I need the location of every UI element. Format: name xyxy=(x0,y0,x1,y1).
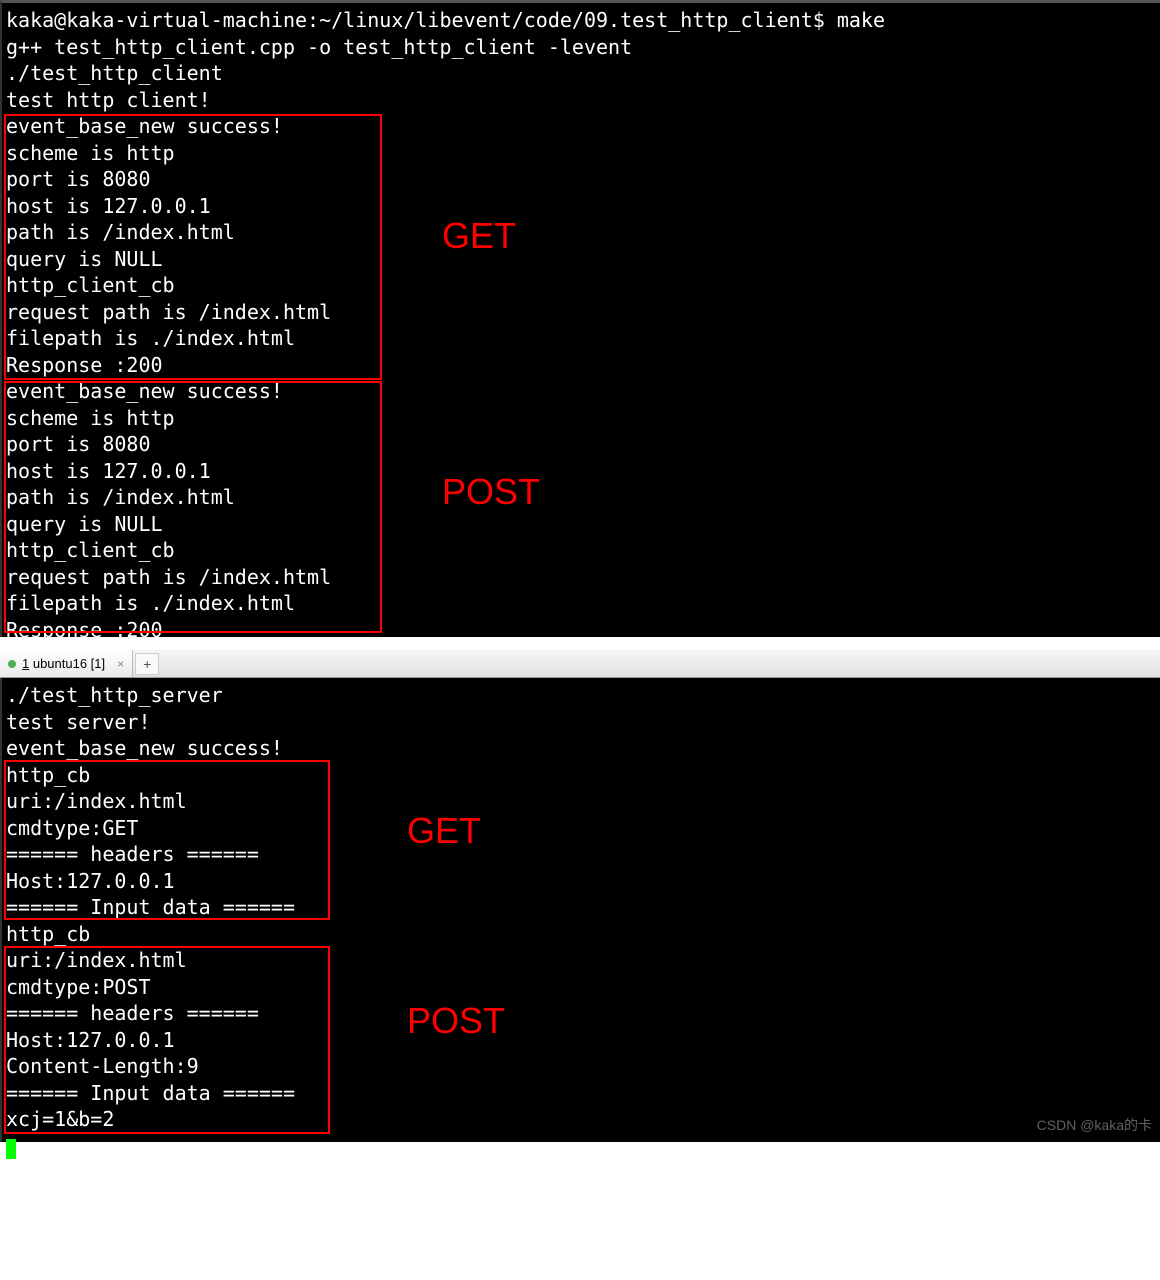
output-line: uri:/index.html xyxy=(6,947,1156,974)
output-line: event_base_new success! xyxy=(6,378,1156,405)
output-line: path is /index.html xyxy=(6,219,1156,246)
cursor xyxy=(6,1133,1156,1160)
output-line: Response :200 xyxy=(6,617,1156,644)
output-line: cmdtype:GET xyxy=(6,815,1156,842)
terminal-server[interactable]: ./test_http_server test server! event_ba… xyxy=(0,678,1160,1142)
output-line: http_client_cb xyxy=(6,272,1156,299)
tab-bar: 1 ubuntu16 [1] × + xyxy=(0,650,1160,678)
output-line: filepath is ./index.html xyxy=(6,590,1156,617)
output-line: http_client_cb xyxy=(6,537,1156,564)
prompt-line: kaka@kaka-virtual-machine:~/linux/libeve… xyxy=(6,7,1156,34)
output-line: host is 127.0.0.1 xyxy=(6,458,1156,485)
output-line: ./test_http_client xyxy=(6,60,1156,87)
output-line: Host:127.0.0.1 xyxy=(6,868,1156,895)
output-line: ====== headers ====== xyxy=(6,1000,1156,1027)
output-line: scheme is http xyxy=(6,405,1156,432)
output-line: test http client! xyxy=(6,87,1156,114)
status-dot-icon xyxy=(8,660,16,668)
output-line: host is 127.0.0.1 xyxy=(6,193,1156,220)
output-line: ====== Input data ====== xyxy=(6,894,1156,921)
output-line: http_cb xyxy=(6,921,1156,948)
tab-ubuntu16[interactable]: 1 ubuntu16 [1] × xyxy=(0,650,133,677)
tab-label: 1 ubuntu16 [1] xyxy=(22,656,105,671)
output-line: ====== Input data ====== xyxy=(6,1080,1156,1107)
output-line: event_base_new success! xyxy=(6,735,1156,762)
output-line: request path is /index.html xyxy=(6,299,1156,326)
output-line: ./test_http_server xyxy=(6,682,1156,709)
shell-command: make xyxy=(837,8,885,32)
output-line: xcj=1&b=2 xyxy=(6,1106,1156,1133)
output-line: ====== headers ====== xyxy=(6,841,1156,868)
output-line: query is NULL xyxy=(6,246,1156,273)
output-line: port is 8080 xyxy=(6,166,1156,193)
output-line: Host:127.0.0.1 xyxy=(6,1027,1156,1054)
watermark: CSDN @kaka的卡 xyxy=(1037,1112,1152,1139)
output-line: g++ test_http_client.cpp -o test_http_cl… xyxy=(6,34,1156,61)
tab-add-button[interactable]: + xyxy=(135,653,159,675)
output-line: Content-Length:9 xyxy=(6,1053,1156,1080)
output-line: request path is /index.html xyxy=(6,564,1156,591)
terminal-client[interactable]: kaka@kaka-virtual-machine:~/linux/libeve… xyxy=(0,0,1160,637)
tab-close-icon[interactable]: × xyxy=(117,657,124,671)
output-line: uri:/index.html xyxy=(6,788,1156,815)
output-line: test server! xyxy=(6,709,1156,736)
output-line: http_cb xyxy=(6,762,1156,789)
output-line: cmdtype:POST xyxy=(6,974,1156,1001)
output-line: Response :200 xyxy=(6,352,1156,379)
output-line: path is /index.html xyxy=(6,484,1156,511)
output-line: query is NULL xyxy=(6,511,1156,538)
shell-prompt: kaka@kaka-virtual-machine:~/linux/libeve… xyxy=(6,8,837,32)
output-line: scheme is http xyxy=(6,140,1156,167)
output-line: port is 8080 xyxy=(6,431,1156,458)
output-line: filepath is ./index.html xyxy=(6,325,1156,352)
output-line: event_base_new success! xyxy=(6,113,1156,140)
